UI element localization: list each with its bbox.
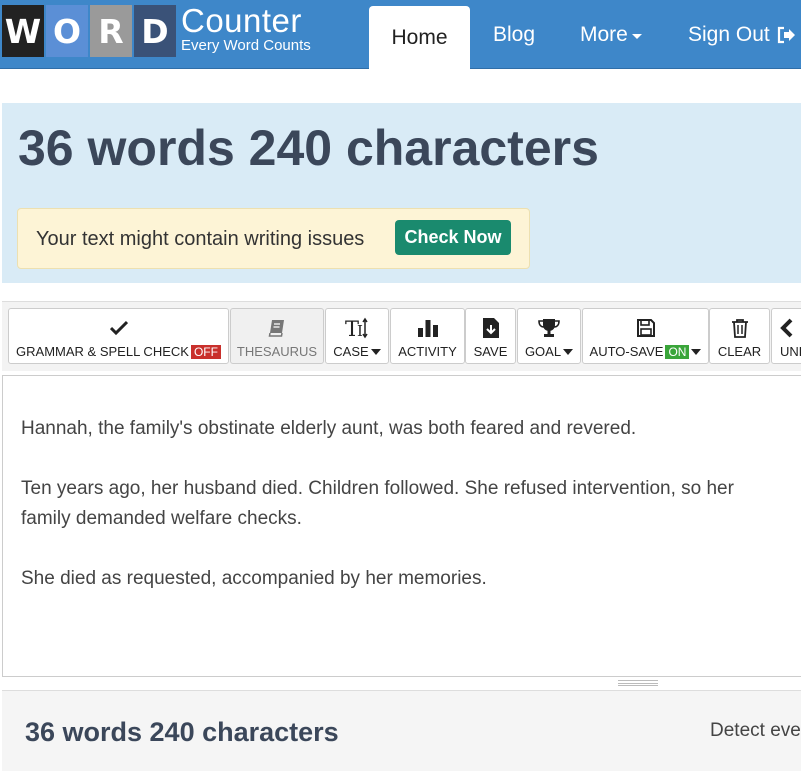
auto-save-button[interactable]: AUTO-SAVE ON <box>582 308 709 364</box>
clear-button[interactable]: CLEAR <box>709 308 770 364</box>
goal-button[interactable]: GOAL <box>517 308 581 364</box>
details-panel: 36 words 240 characters Detect every <box>2 690 801 771</box>
check-now-button[interactable]: Check Now <box>395 220 511 255</box>
logo-title: Counter <box>181 2 302 39</box>
caret-down-icon <box>370 348 381 355</box>
logo-subtitle: Every Word Counts <box>181 37 311 54</box>
caret-down-icon <box>691 348 702 355</box>
text-editor[interactable]: Hannah, the family's obstinate elderly a… <box>2 375 801 686</box>
logo-letter-d: D <box>134 5 176 57</box>
goal-label: GOAL <box>524 344 562 359</box>
logo-letter-o: O <box>46 5 88 57</box>
undo-label: UNDO <box>780 344 801 359</box>
text-height-icon: TI <box>345 317 369 339</box>
floppy-disk-icon <box>636 317 656 339</box>
editor-resize-handle[interactable] <box>618 680 658 686</box>
nav-more-label: More <box>580 23 628 46</box>
thesaurus-label: THESAURUS <box>236 344 318 359</box>
logo-letter-r: R <box>90 5 132 57</box>
editor-toolbar: GRAMMAR & SPELL CHECK OFF THESAURUS TI C… <box>2 301 801 371</box>
save-label: SAVE <box>473 344 508 359</box>
file-download-icon <box>482 317 500 339</box>
nav-home[interactable]: Home <box>369 6 470 70</box>
trash-icon <box>731 317 749 339</box>
activity-label: ACTIVITY <box>398 344 457 359</box>
nav-sign-out-label: Sign Out <box>688 23 770 46</box>
nav-blog-label: Blog <box>493 23 536 46</box>
grammar-status-badge: OFF <box>190 344 221 359</box>
case-label: CASE <box>333 344 369 359</box>
nav-blog[interactable]: Blog <box>493 23 535 47</box>
editor-paragraph: She died as requested, accompanied by he… <box>21 568 487 589</box>
undo-icon <box>780 317 800 339</box>
writing-issues-text: Your text might contain writing issues <box>36 228 365 250</box>
detect-text: Detect every <box>710 720 801 741</box>
logo-letter-w: W <box>2 5 44 57</box>
editor-paragraph: Ten years ago, her husband died. Childre… <box>21 478 734 529</box>
book-icon <box>268 317 286 339</box>
save-button[interactable]: SAVE <box>465 308 516 364</box>
logo-text[interactable]: Counter Every Word Counts <box>181 4 311 54</box>
grammar-label: GRAMMAR & SPELL CHECK <box>16 344 189 359</box>
thesaurus-button[interactable]: THESAURUS <box>230 308 324 364</box>
grammar-spell-check-button[interactable]: GRAMMAR & SPELL CHECK OFF <box>8 308 229 364</box>
writing-issues-alert: Your text might contain writing issues C… <box>17 208 530 269</box>
caret-down-icon <box>563 348 574 355</box>
stats-panel: 36 words 240 characters Your text might … <box>2 103 801 283</box>
word-character-count: 36 words 240 characters <box>18 120 599 176</box>
undo-button[interactable]: UNDO <box>771 308 801 364</box>
auto-save-label: AUTO-SAVE <box>589 344 664 359</box>
clear-label: CLEAR <box>717 344 762 359</box>
bar-chart-icon <box>417 317 439 339</box>
case-button[interactable]: TI CASE <box>325 308 389 364</box>
activity-button[interactable]: ACTIVITY <box>390 308 465 364</box>
trophy-icon <box>538 317 560 339</box>
svg-text:I: I <box>357 322 363 339</box>
nav-sign-out[interactable]: Sign Out <box>688 23 796 47</box>
navbar: W O R D Counter Every Word Counts Home B… <box>0 0 801 70</box>
logo[interactable]: W O R D <box>2 5 178 57</box>
caret-down-icon <box>631 34 642 39</box>
checkmark-icon <box>109 317 128 339</box>
sign-out-icon <box>776 25 796 45</box>
nav-more-dropdown[interactable]: More <box>580 23 642 47</box>
editor-paragraph: Hannah, the family's obstinate elderly a… <box>21 418 637 439</box>
details-count-title: 36 words 240 characters <box>25 717 339 747</box>
auto-save-status-badge: ON <box>665 344 690 359</box>
